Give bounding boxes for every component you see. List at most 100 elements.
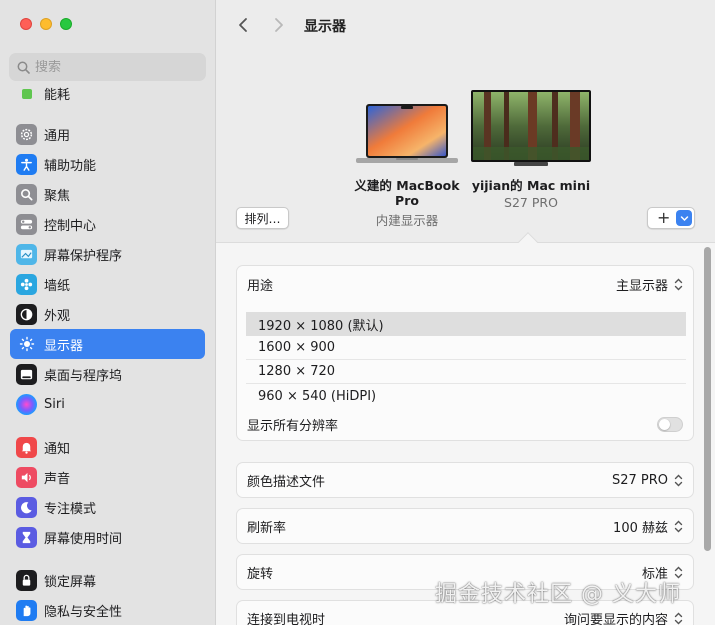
watermark: 掘金技术社区 @ 义大师 [435,582,681,607]
show-all-resolutions-toggle[interactable] [657,416,683,432]
speaker-icon [16,466,37,488]
tv-connection-popup[interactable]: 询问要显示的内容 [564,609,683,625]
color-profile-label: 颜色描述文件 [247,474,326,490]
sidebar-item-control-center[interactable]: 控制中心 [10,209,205,239]
screensaver-icon [16,243,37,265]
sidebar-item-general[interactable]: 通用 [10,119,205,149]
control-center-icon [16,213,37,235]
up-down-chevron-icon [674,474,683,487]
sidebar-item-screensaver[interactable]: 屏幕保护程序 [10,239,205,269]
close-window-button[interactable] [20,18,32,30]
sidebar-item-label: 专注模式 [44,501,97,517]
resolution-option[interactable]: 960 × 540 (HiDPI) [246,384,686,408]
laptop-display-name: 义建的 MacBook Pro [354,178,460,208]
sidebar-item-appearance[interactable]: 外观 [10,299,205,329]
refresh-rate-card: 刷新率 100 赫兹 [236,508,694,544]
display-icon [16,333,37,355]
sidebar-item-label: 桌面与程序坞 [44,368,123,384]
zoom-window-button[interactable] [60,18,72,30]
show-all-resolutions-label: 显示所有分辨率 [247,418,339,434]
resolution-card: 用途 主显示器 1920 × 1080 (默认) 1600 × 900 1280… [236,265,694,441]
chevron-left-icon [239,18,247,32]
color-profile-popup[interactable]: S27 PRO [612,473,683,488]
show-all-resolutions-row: 显示所有分辨率 [237,411,693,437]
hourglass-icon [16,526,37,548]
sidebar-item-label: 辅助功能 [44,158,97,174]
sidebar-item-label: 显示器 [44,338,84,354]
rotation-label: 旋转 [247,566,274,582]
sidebar-item-label: 屏幕使用时间 [44,531,123,547]
hand-icon [16,599,37,621]
chevron-down-icon[interactable] [676,210,692,226]
battery-icon [16,83,37,104]
tv-connection-label: 连接到电视时 [247,612,326,625]
sidebar-item-label: 声音 [44,471,71,487]
plus-icon: + [657,208,671,227]
display-arrangement: 义建的 MacBook Pro 内建显示器 yijian的 Mac mini S… [216,52,715,242]
sidebar-item-label: Siri [44,396,65,412]
resolution-option[interactable]: 1600 × 900 [246,336,686,360]
siri-icon [16,393,37,415]
laptop-display-subtitle: 内建显示器 [375,213,439,228]
external-display-thumbnail[interactable] [470,89,592,167]
up-down-chevron-icon [674,278,683,291]
sidebar-item-lock-screen[interactable]: 锁定屏幕 [10,565,205,595]
sidebar-item-label: 锁定屏幕 [44,574,97,590]
laptop-display-thumbnail[interactable] [356,102,458,164]
page-title: 显示器 [304,19,346,35]
main-content: 显示器 义建的 MacBook Pro 内建显示器 yijian的 Mac mi… [216,0,715,625]
refresh-rate-label: 刷新率 [247,520,287,536]
forward-button[interactable] [268,14,290,36]
sidebar-item-privacy[interactable]: 隐私与安全性 [10,595,205,625]
sidebar-item-dock[interactable]: 桌面与程序坞 [10,359,205,389]
minimize-window-button[interactable] [40,18,52,30]
wallpaper-icon [16,273,37,295]
back-button[interactable] [232,14,254,36]
scrollbar[interactable] [704,247,711,551]
color-profile-row: 颜色描述文件 S27 PRO [237,463,693,497]
sidebar-item-accessibility[interactable]: 辅助功能 [10,149,205,179]
sidebar-item-displays[interactable]: 显示器 [10,329,205,359]
chevron-right-icon [275,18,283,32]
color-profile-card: 颜色描述文件 S27 PRO [236,462,694,498]
appearance-icon [16,303,37,325]
resolution-option[interactable]: 1920 × 1080 (默认) [246,312,686,336]
sidebar-item-notifications[interactable]: 通知 [10,432,205,462]
tv-connection-value: 询问要显示的内容 [563,612,668,625]
sidebar-item-label: 隐私与安全性 [44,604,123,620]
use-as-popup[interactable]: 主显示器 [616,275,683,294]
up-down-chevron-icon [674,612,683,625]
sidebar-item-energy[interactable]: 能耗 [10,78,205,108]
sidebar-item-focus[interactable]: 专注模式 [10,492,205,522]
sidebar-item-label: 通知 [44,441,71,457]
refresh-rate-popup[interactable]: 100 赫兹 [613,517,683,536]
refresh-rate-row: 刷新率 100 赫兹 [237,509,693,543]
use-as-label: 用途 [247,278,274,294]
up-down-chevron-icon [674,520,683,533]
resolution-list: 1920 × 1080 (默认) 1600 × 900 1280 × 720 9… [246,312,686,408]
sidebar-item-siri[interactable]: Siri [10,389,205,419]
gear-icon [16,123,37,145]
sidebar-item-screen-time[interactable]: 屏幕使用时间 [10,522,205,552]
display-settings-panel: 用途 主显示器 1920 × 1080 (默认) 1600 × 900 1280… [216,232,715,625]
bell-icon [16,436,37,458]
arrange-button[interactable]: 排列… [236,207,289,229]
use-as-row: 用途 主显示器 [237,266,693,302]
sidebar-item-label: 外观 [44,308,71,324]
sidebar-item-spotlight[interactable]: 聚焦 [10,179,205,209]
sidebar: 能耗 通用 辅助功能 聚焦 控制中心 屏幕保护程序 墙纸 [0,0,216,625]
use-as-value: 主显示器 [615,278,668,294]
sidebar-item-label: 墙纸 [44,278,71,294]
external-display-subtitle: S27 PRO [504,195,558,210]
resolution-option[interactable]: 1280 × 720 [246,360,686,384]
sidebar-item-wallpaper[interactable]: 墙纸 [10,269,205,299]
add-display-button[interactable]: + [647,207,695,229]
sidebar-item-label: 聚焦 [44,188,71,204]
sidebar-item-label: 能耗 [44,87,71,103]
search-field[interactable] [9,53,206,81]
window-controls [20,18,72,30]
sidebar-item-sound[interactable]: 声音 [10,462,205,492]
toolbar: 显示器 [216,0,715,52]
search-input[interactable] [35,59,185,75]
external-display-name: yijian的 Mac mini [471,178,591,193]
